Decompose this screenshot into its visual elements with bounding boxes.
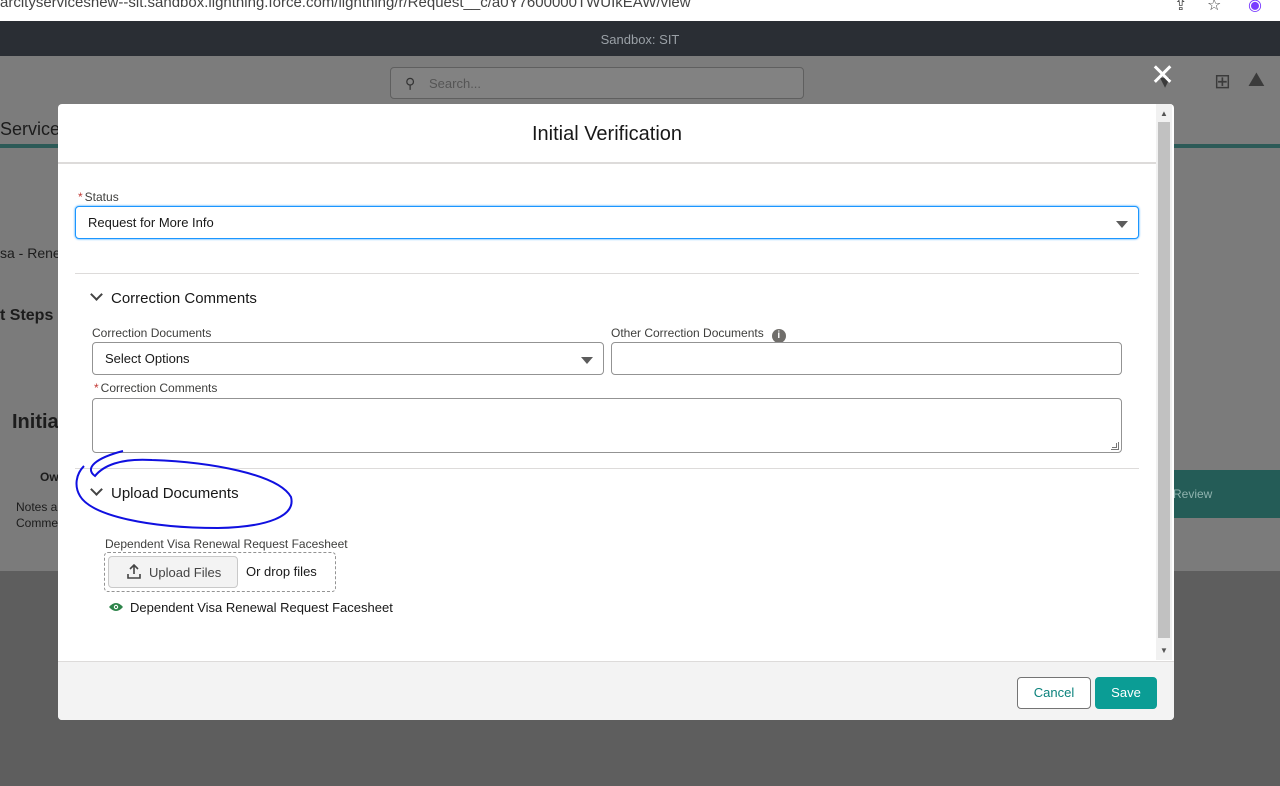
- section-title: Upload Documents: [111, 485, 239, 502]
- modal-scrollbar[interactable]: ▲ ▼: [1156, 104, 1172, 660]
- upload-files-label: Upload Files: [149, 565, 222, 580]
- modal-body: * Status Request for More Info Correction…: [58, 166, 1156, 660]
- trailhead-icon[interactable]: ⛰: [1248, 69, 1265, 92]
- section-divider: [75, 468, 1139, 469]
- other-correction-documents-label: Other Correction Documents i: [611, 326, 786, 343]
- upload-files-button[interactable]: Upload Files: [108, 556, 238, 588]
- status-label: * Status: [78, 190, 119, 204]
- correction-comments-label: * Correction Comments: [94, 381, 218, 395]
- resize-handle-icon[interactable]: [1111, 442, 1119, 450]
- extension-icon[interactable]: ◉: [1248, 0, 1262, 15]
- initial-heading: Initia: [12, 411, 59, 433]
- upload-icon: [127, 564, 141, 579]
- modal-header: Initial Verification: [58, 104, 1156, 164]
- add-icon[interactable]: ⊞: [1214, 69, 1231, 94]
- info-icon[interactable]: i: [771, 329, 786, 343]
- close-icon[interactable]: ✕: [1150, 61, 1175, 91]
- initial-verification-modal: Initial Verification * Status Request for…: [58, 104, 1174, 720]
- chevron-down-icon: [581, 357, 593, 364]
- global-search[interactable]: ⚲ Search...: [390, 67, 804, 99]
- eye-icon[interactable]: [108, 602, 124, 612]
- scroll-down-arrow-icon[interactable]: ▼: [1160, 646, 1168, 655]
- search-placeholder: Search...: [429, 76, 482, 91]
- search-icon: ⚲: [405, 75, 416, 91]
- status-combobox[interactable]: Request for More Info: [75, 206, 1139, 239]
- other-correction-documents-input[interactable]: [611, 342, 1122, 375]
- bookmark-star-icon[interactable]: ☆: [1207, 0, 1221, 15]
- review-step: Review: [1170, 470, 1280, 518]
- uploaded-file-name: Dependent Visa Renewal Request Facesheet: [130, 600, 393, 615]
- save-button[interactable]: Save: [1095, 677, 1157, 709]
- modal-footer: Cancel Save: [58, 661, 1174, 720]
- file-dropzone[interactable]: Upload Files Or drop files: [104, 552, 336, 592]
- section-title: Correction Comments: [111, 290, 257, 307]
- share-icon[interactable]: ⇪: [1174, 0, 1187, 15]
- correction-comments-section-toggle[interactable]: Correction Comments: [90, 288, 257, 307]
- sandbox-banner: Sandbox: SIT: [0, 21, 1280, 56]
- facesheet-upload-label: Dependent Visa Renewal Request Facesheet: [105, 537, 348, 551]
- chevron-down-icon: [90, 483, 103, 496]
- correction-documents-select[interactable]: Select Options: [92, 342, 604, 375]
- cancel-button[interactable]: Cancel: [1017, 677, 1091, 709]
- modal-title: Initial Verification: [531, 123, 683, 145]
- scroll-up-arrow-icon[interactable]: ▲: [1160, 109, 1168, 118]
- upload-documents-section-toggle[interactable]: Upload Documents: [90, 483, 239, 502]
- drop-files-text: Or drop files: [246, 564, 317, 579]
- comments-label: Comme: [16, 516, 59, 530]
- correction-comments-textarea[interactable]: [92, 398, 1122, 453]
- correction-documents-value: Select Options: [105, 351, 190, 366]
- chevron-down-icon: [1116, 221, 1128, 228]
- record-title: sa - Rene: [0, 245, 61, 261]
- notes-label: Notes a: [16, 500, 58, 514]
- browser-address-bar[interactable]: arcityservicesnew--sit.sandbox.lightning…: [0, 0, 1280, 21]
- scrollbar-thumb[interactable]: [1158, 122, 1170, 638]
- owner-label: Ow: [40, 470, 59, 484]
- browser-url[interactable]: arcityservicesnew--sit.sandbox.lightning…: [0, 0, 691, 11]
- path-steps-label: t Steps: [0, 307, 54, 324]
- status-value: Request for More Info: [88, 215, 214, 230]
- section-divider: [75, 273, 1139, 274]
- correction-documents-label: Correction Documents: [92, 326, 212, 340]
- chevron-down-icon: [90, 288, 103, 301]
- uploaded-file-row[interactable]: Dependent Visa Renewal Request Facesheet: [108, 600, 393, 615]
